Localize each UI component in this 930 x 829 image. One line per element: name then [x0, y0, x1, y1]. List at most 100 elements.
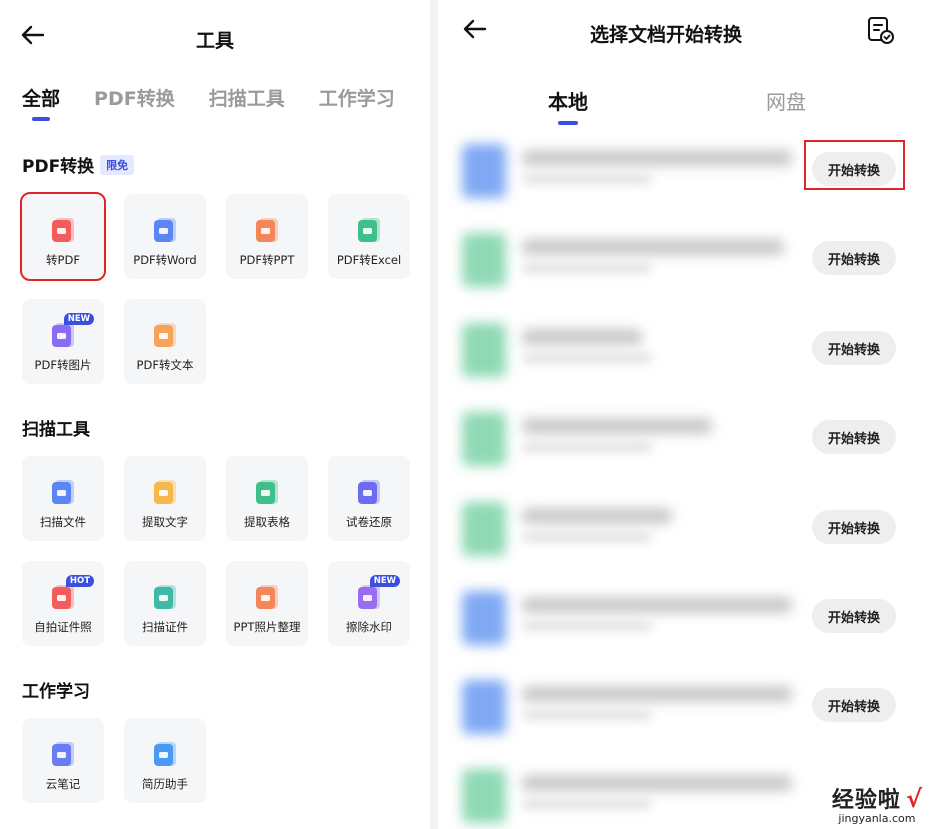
tool-label: 简历助手 — [142, 777, 188, 791]
file-name-blurred — [522, 239, 784, 255]
file-row[interactable]: 开始转换 — [438, 311, 930, 391]
tool-tile-resume[interactable]: 简历助手 — [124, 718, 206, 803]
file-row[interactable]: 开始转换 — [438, 490, 930, 570]
tab-local[interactable]: 本地 — [548, 86, 588, 125]
text-file-icon — [152, 321, 178, 349]
section-title-work: 工作学习 — [22, 682, 90, 702]
new-badge: NEW — [369, 575, 400, 587]
hot-badge: HOT — [65, 575, 94, 587]
start-convert-button[interactable]: 开始转换 — [812, 241, 896, 275]
file-row[interactable]: 开始转换 — [438, 221, 930, 301]
tool-tile-id-photo[interactable]: 自拍证件照 HOT — [22, 561, 104, 646]
scan-id-icon — [152, 583, 178, 611]
file-thumbnail — [462, 144, 506, 198]
back-button-right[interactable] — [460, 14, 490, 44]
file-name-blurred — [522, 150, 792, 166]
tool-label: 自拍证件照 — [34, 620, 92, 634]
tool-tile-extract-table[interactable]: 提取表格 — [226, 456, 308, 541]
tool-label: PDF转文本 — [136, 358, 194, 372]
tool-label: 扫描证件 — [142, 620, 188, 634]
document-check-icon — [868, 17, 894, 44]
start-convert-button[interactable]: 开始转换 — [812, 599, 896, 633]
tool-label: 扫描文件 — [40, 515, 86, 529]
file-thumbnail — [462, 769, 506, 823]
tool-tile-scan-id[interactable]: 扫描证件 — [124, 561, 206, 646]
watermark: 经验啦 √ jingyanla.com — [832, 782, 922, 825]
tab-work[interactable]: 工作学习 — [319, 84, 395, 111]
file-row[interactable]: 开始转换 — [438, 579, 930, 659]
tool-label: 云笔记 — [45, 777, 81, 791]
tab-scan[interactable]: 扫描工具 — [209, 84, 285, 111]
tool-tile-scan-file[interactable]: 扫描文件 — [22, 456, 104, 541]
tool-tile-image-file[interactable]: PDF转图片 NEW — [22, 299, 104, 384]
tool-label: 提取表格 — [244, 515, 290, 529]
free-badge: 限免 — [100, 154, 135, 175]
file-thumbnail — [462, 412, 506, 466]
page-title: 工具 — [196, 30, 235, 52]
tool-label: PPT照片整理 — [233, 620, 301, 634]
file-thumbnail — [462, 502, 506, 556]
tool-tile-word-file[interactable]: PDF转Word — [124, 194, 206, 279]
tool-tile-pdf-file[interactable]: 转PDF — [20, 192, 106, 281]
tool-label: 擦除水印 — [346, 620, 392, 634]
file-name-blurred — [522, 418, 712, 434]
resume-icon — [152, 740, 178, 768]
section-title-pdf: PDF转换 限免 — [22, 152, 135, 177]
word-file-icon — [152, 216, 178, 244]
tool-tile-excel-file[interactable]: PDF转Excel — [328, 194, 410, 279]
history-button[interactable] — [866, 16, 896, 46]
tool-tile-extract-text[interactable]: 提取文字 — [124, 456, 206, 541]
start-convert-button[interactable]: 开始转换 — [812, 420, 896, 454]
file-name-blurred — [522, 686, 792, 702]
back-arrow-icon — [21, 25, 45, 45]
tool-tile-text-file[interactable]: PDF转文本 — [124, 299, 206, 384]
file-thumbnail — [462, 591, 506, 645]
start-convert-button[interactable]: 开始转换 — [812, 331, 896, 365]
page-title-right: 选择文档开始转换 — [590, 24, 743, 46]
start-convert-button[interactable]: 开始转换 — [812, 688, 896, 722]
tab-cloud-drive[interactable]: 网盘 — [766, 86, 806, 115]
tools-panel: 工具 全部 PDF转换 扫描工具 工作学习 PDF转换 限免 转PDF PDF转W… — [0, 0, 430, 829]
tool-tile-exam-restore[interactable]: 试卷还原 — [328, 456, 410, 541]
tool-tile-cloud-note[interactable]: 云笔记 — [22, 718, 104, 803]
exam-restore-icon — [356, 478, 382, 506]
image-file-icon — [50, 321, 76, 349]
file-name-blurred — [522, 775, 792, 791]
file-row[interactable]: 开始转换 — [438, 132, 930, 212]
back-button[interactable] — [18, 20, 48, 50]
tool-label: 试卷还原 — [346, 515, 392, 529]
tool-tile-erase-watermark[interactable]: 擦除水印 NEW — [328, 561, 410, 646]
ppt-file-icon — [254, 216, 280, 244]
extract-text-icon — [152, 478, 178, 506]
cloud-note-icon — [50, 740, 76, 768]
file-meta-blurred — [522, 263, 652, 273]
file-meta-blurred — [522, 621, 652, 631]
tab-all[interactable]: 全部 — [22, 84, 60, 121]
erase-watermark-icon — [356, 583, 382, 611]
tool-label: PDF转Word — [133, 253, 197, 267]
file-meta-blurred — [522, 532, 652, 542]
back-arrow-icon — [463, 19, 487, 39]
tool-tile-ppt-file[interactable]: PDF转PPT — [226, 194, 308, 279]
tool-label: PDF转PPT — [239, 253, 295, 267]
tool-label: PDF转Excel — [336, 253, 402, 267]
watermark-text: 经验啦 — [831, 788, 901, 813]
watermark-check-icon: √ — [905, 785, 922, 813]
file-name-blurred — [522, 329, 642, 345]
watermark-url: jingyanla.com — [838, 812, 916, 825]
file-row[interactable]: 开始转换 — [438, 400, 930, 480]
highlight-box — [804, 140, 905, 190]
tool-label: 提取文字 — [142, 515, 188, 529]
tool-label: 转PDF — [46, 253, 80, 267]
file-row[interactable]: 开始转换 — [438, 668, 930, 748]
tool-tile-ppt-photo[interactable]: PPT照片整理 — [226, 561, 308, 646]
pdf-file-icon — [50, 216, 76, 244]
tab-pdf[interactable]: PDF转换 — [94, 84, 175, 111]
file-name-blurred — [522, 508, 672, 524]
id-photo-icon — [50, 583, 76, 611]
file-meta-blurred — [522, 710, 652, 720]
section-title-scan: 扫描工具 — [22, 420, 90, 440]
scan-file-icon — [50, 478, 76, 506]
ppt-photo-icon — [254, 583, 280, 611]
start-convert-button[interactable]: 开始转换 — [812, 510, 896, 544]
